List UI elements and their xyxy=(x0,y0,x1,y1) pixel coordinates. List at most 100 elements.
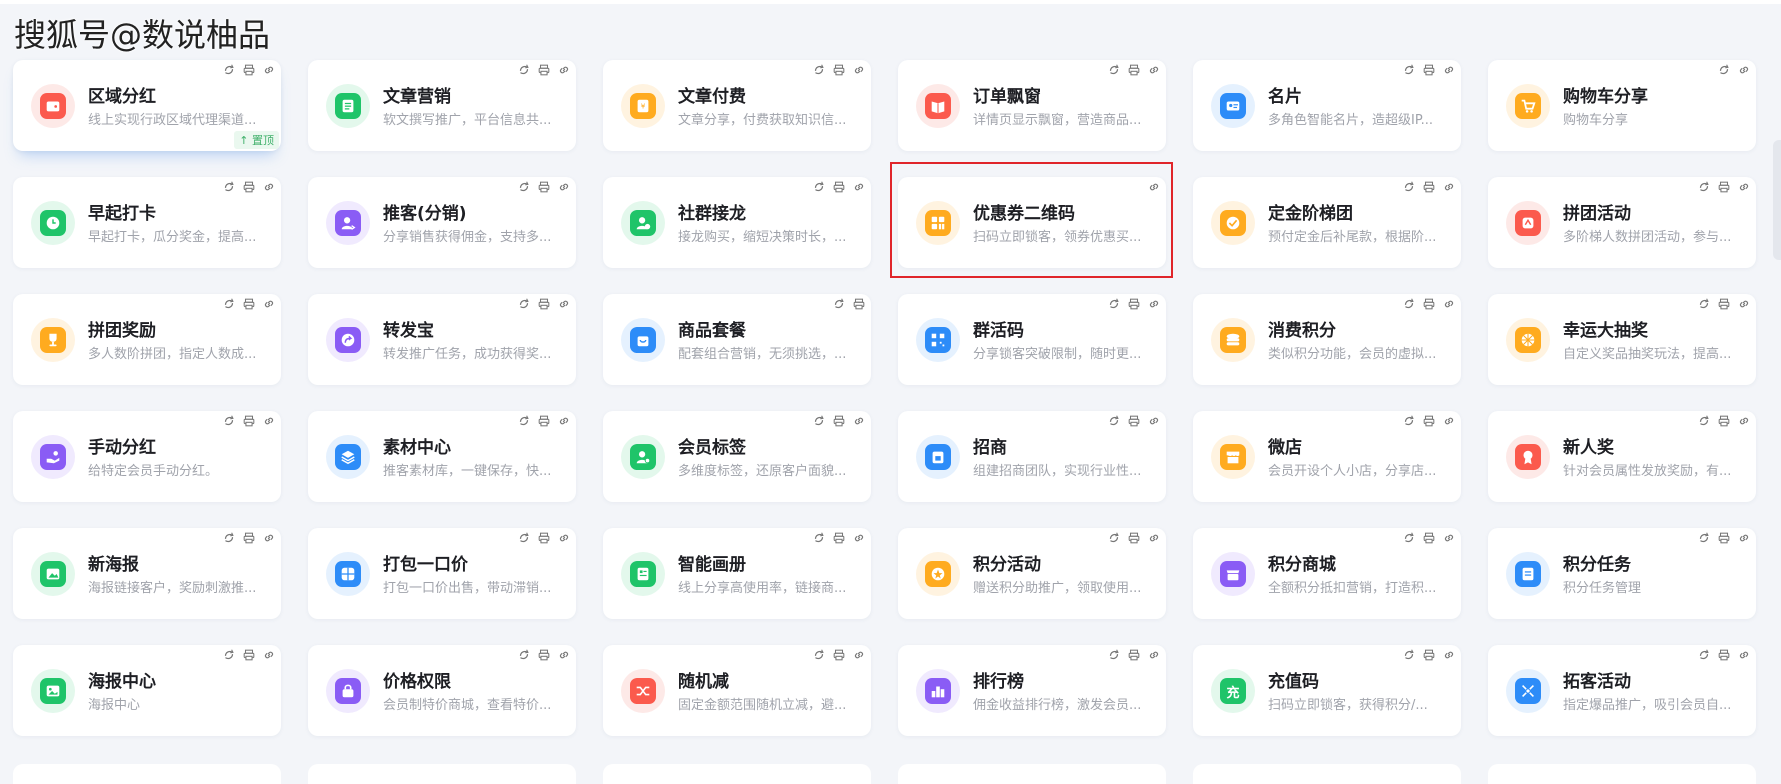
link-icon[interactable] xyxy=(261,530,277,546)
feature-card[interactable]: 招商 组建招商团队，实现行业性... xyxy=(898,411,1166,502)
link-icon[interactable] xyxy=(1146,413,1162,429)
sync-icon[interactable] xyxy=(1401,647,1417,663)
print-icon[interactable] xyxy=(1126,647,1142,663)
feature-card[interactable]: 积分活动 赠送积分助推广，领取使用... xyxy=(898,528,1166,619)
link-icon[interactable] xyxy=(1146,179,1162,195)
feature-card[interactable]: 手动分红 给特定会员手动分红。 xyxy=(13,411,281,502)
link-icon[interactable] xyxy=(1441,179,1457,195)
link-icon[interactable] xyxy=(1441,296,1457,312)
feature-card[interactable]: 拼团活动 多阶梯人数拼团活动，参与... xyxy=(1488,177,1756,268)
feature-card[interactable]: 转发宝 转发推广任务，成功获得奖... xyxy=(308,294,576,385)
feature-card[interactable]: 区域分红 线上实现行政区域代理渠道... ↑ 置顶 xyxy=(13,60,281,151)
feature-card[interactable]: 海报中心 海报中心 xyxy=(13,645,281,736)
sync-icon[interactable] xyxy=(811,179,827,195)
link-icon[interactable] xyxy=(851,413,867,429)
feature-card[interactable]: ¥ 文章付费 文章分享，付费获取知识信... xyxy=(603,60,871,151)
sync-icon[interactable] xyxy=(516,647,532,663)
print-icon[interactable] xyxy=(241,62,257,78)
link-icon[interactable] xyxy=(556,296,572,312)
print-icon[interactable] xyxy=(241,530,257,546)
print-icon[interactable] xyxy=(536,296,552,312)
link-icon[interactable] xyxy=(851,647,867,663)
link-icon[interactable] xyxy=(1146,296,1162,312)
feature-card[interactable]: 会员标签 多维度标签，还原客户面貌... xyxy=(603,411,871,502)
feature-card[interactable]: 商品套餐 配套组合营销，无须挑选，... xyxy=(603,294,871,385)
feature-card[interactable]: 早起打卡 早起打卡，瓜分奖金，提高... xyxy=(13,177,281,268)
sync-icon[interactable] xyxy=(221,413,237,429)
print-icon[interactable] xyxy=(1716,179,1732,195)
link-icon[interactable] xyxy=(556,647,572,663)
link-icon[interactable] xyxy=(1441,530,1457,546)
feature-card[interactable]: 优惠券二维码 扫码立即锁客，领券优惠买... xyxy=(898,177,1166,268)
feature-card[interactable]: 推客(分销) 分享销售获得佣金，支持多... xyxy=(308,177,576,268)
link-icon[interactable] xyxy=(1146,530,1162,546)
print-icon[interactable] xyxy=(831,179,847,195)
feature-card[interactable]: 定金阶梯团 预付定金后补尾款，根据阶... xyxy=(1193,177,1461,268)
feature-card[interactable]: 购物车分享 购物车分享 xyxy=(1488,60,1756,151)
print-icon[interactable] xyxy=(851,296,867,312)
print-icon[interactable] xyxy=(241,179,257,195)
link-icon[interactable] xyxy=(556,62,572,78)
sync-icon[interactable] xyxy=(221,179,237,195)
sync-icon[interactable] xyxy=(1106,413,1122,429)
link-icon[interactable] xyxy=(1441,647,1457,663)
print-icon[interactable] xyxy=(536,62,552,78)
print-icon[interactable] xyxy=(536,530,552,546)
sync-icon[interactable] xyxy=(1106,530,1122,546)
feature-card[interactable]: 文章营销 软文撰写推广，平台信息共... xyxy=(308,60,576,151)
link-icon[interactable] xyxy=(261,647,277,663)
link-icon[interactable] xyxy=(261,62,277,78)
link-icon[interactable] xyxy=(1736,413,1752,429)
feature-card[interactable]: 名片 多角色智能名片，造超级IP... xyxy=(1193,60,1461,151)
sync-icon[interactable] xyxy=(1696,530,1712,546)
feature-card[interactable]: 拓客活动 指定爆品推广，吸引会员自... xyxy=(1488,645,1756,736)
print-icon[interactable] xyxy=(1421,413,1437,429)
sync-icon[interactable] xyxy=(516,296,532,312)
feature-card[interactable]: 价格权限 会员制特价商城，查看特价... xyxy=(308,645,576,736)
print-icon[interactable] xyxy=(241,647,257,663)
sync-icon[interactable] xyxy=(831,296,847,312)
sync-icon[interactable] xyxy=(221,530,237,546)
sync-icon[interactable] xyxy=(1401,179,1417,195)
sync-icon[interactable] xyxy=(1696,413,1712,429)
sync-icon[interactable] xyxy=(811,413,827,429)
print-icon[interactable] xyxy=(1421,62,1437,78)
print-icon[interactable] xyxy=(1716,530,1732,546)
sync-icon[interactable] xyxy=(1401,296,1417,312)
sync-icon[interactable] xyxy=(221,647,237,663)
link-icon[interactable] xyxy=(556,179,572,195)
print-icon[interactable] xyxy=(1126,413,1142,429)
print-icon[interactable] xyxy=(241,296,257,312)
link-icon[interactable] xyxy=(1736,296,1752,312)
print-icon[interactable] xyxy=(1126,530,1142,546)
print-icon[interactable] xyxy=(831,647,847,663)
print-icon[interactable] xyxy=(1716,296,1732,312)
feature-card[interactable]: 新海报 海报链接客户，奖励刺激推... xyxy=(13,528,281,619)
sync-icon[interactable] xyxy=(1106,296,1122,312)
sync-icon[interactable] xyxy=(811,647,827,663)
print-icon[interactable] xyxy=(536,647,552,663)
sync-icon[interactable] xyxy=(1696,179,1712,195)
pin-badge[interactable]: ↑ 置顶 xyxy=(234,131,279,149)
feature-card[interactable]: 幸运大抽奖 自定义奖品抽奖玩法，提高... xyxy=(1488,294,1756,385)
link-icon[interactable] xyxy=(1146,62,1162,78)
feature-card[interactable]: 排行榜 佣金收益排行榜，激发会员... xyxy=(898,645,1166,736)
sync-icon[interactable] xyxy=(221,296,237,312)
print-icon[interactable] xyxy=(1421,647,1437,663)
sync-icon[interactable] xyxy=(1401,413,1417,429)
sync-icon[interactable] xyxy=(811,62,827,78)
print-icon[interactable] xyxy=(1421,179,1437,195)
print-icon[interactable] xyxy=(1421,296,1437,312)
print-icon[interactable] xyxy=(1716,647,1732,663)
link-icon[interactable] xyxy=(261,179,277,195)
link-icon[interactable] xyxy=(261,296,277,312)
link-icon[interactable] xyxy=(1736,62,1752,78)
sync-icon[interactable] xyxy=(1401,62,1417,78)
sync-icon[interactable] xyxy=(516,413,532,429)
feature-card[interactable]: 随机减 固定金额范围随机立减，避... xyxy=(603,645,871,736)
sync-icon[interactable] xyxy=(221,62,237,78)
link-icon[interactable] xyxy=(1146,647,1162,663)
sync-icon[interactable] xyxy=(516,179,532,195)
print-icon[interactable] xyxy=(1126,296,1142,312)
link-icon[interactable] xyxy=(851,62,867,78)
